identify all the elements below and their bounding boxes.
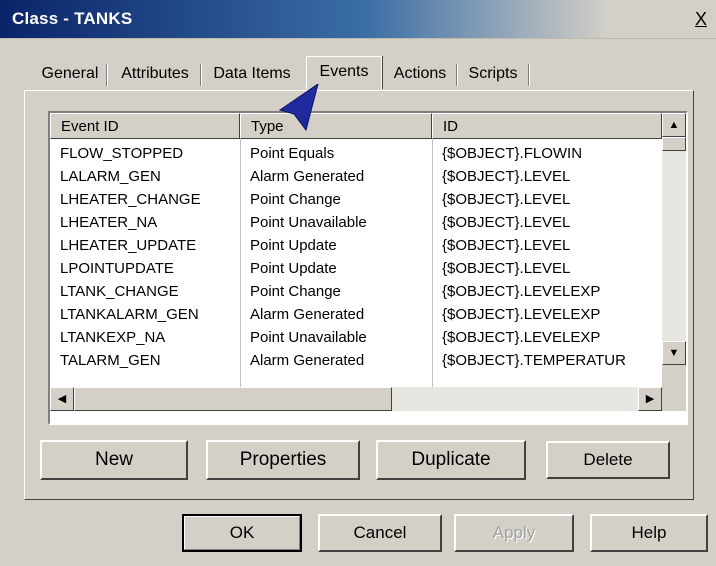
id-cell: {$OBJECT}.LEVEL: [442, 191, 571, 208]
event-id-cell: LHEATER_UPDATE: [60, 237, 197, 254]
scroll-corner: [662, 365, 686, 411]
type-cell: Point Change: [250, 191, 341, 208]
tab-general[interactable]: General: [36, 60, 104, 88]
event-id-cell: LALARM_GEN: [60, 168, 161, 185]
event-id-cell: LPOINTUPDATE: [60, 260, 174, 277]
scroll-up-button[interactable]: ▲: [662, 113, 686, 137]
properties-button[interactable]: Properties: [206, 440, 360, 480]
event-id-cell: LTANKEXP_NA: [60, 329, 166, 346]
ok-button[interactable]: OK: [182, 514, 302, 552]
tab-actions[interactable]: Actions: [386, 60, 454, 88]
table-row[interactable]: LHEATER_UPDATE Point Update {$OBJECT}.LEVE…: [50, 234, 662, 257]
type-cell: Point Unavailable: [250, 329, 367, 346]
apply-button[interactable]: Apply: [454, 514, 574, 552]
cancel-button[interactable]: Cancel: [318, 514, 442, 552]
id-cell: {$OBJECT}.TEMPERATUR: [442, 352, 626, 369]
type-cell: Alarm Generated: [250, 168, 365, 185]
type-cell: Point Update: [250, 260, 337, 277]
type-cell: Point Update: [250, 237, 337, 254]
events-list[interactable]: Event ID Type ID FLOW_STOPPED Point Equal…: [48, 111, 688, 425]
id-cell: {$OBJECT}.LEVELEXP: [442, 329, 601, 346]
table-row[interactable]: LTANK_CHANGE Point Change {$OBJECT}.LEVELE…: [50, 280, 662, 303]
event-id-cell: TALARM_GEN: [60, 352, 161, 369]
table-row[interactable]: LALARM_GEN Alarm Generated {$OBJECT}.LEVEL: [50, 165, 662, 188]
column-divider: [240, 139, 241, 387]
delete-button[interactable]: Delete: [546, 441, 670, 479]
column-divider: [432, 139, 433, 387]
id-cell: {$OBJECT}.LEVELEXP: [442, 306, 601, 323]
event-id-cell: LTANK_CHANGE: [60, 283, 179, 300]
horizontal-scrollbar[interactable]: ◀ ▶: [50, 387, 662, 411]
type-cell: Point Unavailable: [250, 214, 367, 231]
event-id-cell: FLOW_STOPPED: [60, 145, 184, 162]
table-row[interactable]: TALARM_GEN Alarm Generated {$OBJECT}.TEMPE…: [50, 349, 662, 372]
tab-attributes[interactable]: Attributes: [112, 60, 198, 88]
column-header-type[interactable]: Type: [240, 113, 432, 139]
tab-separator: [456, 64, 458, 86]
tab-separator: [106, 64, 108, 86]
table-row[interactable]: FLOW_STOPPED Point Equals {$OBJECT}.FLOWIN: [50, 142, 662, 165]
scroll-left-button[interactable]: ◀: [50, 387, 74, 411]
table-row[interactable]: LPOINTUPDATE Point Update {$OBJECT}.LEVEL: [50, 257, 662, 280]
id-cell: {$OBJECT}.LEVEL: [442, 168, 571, 185]
table-row[interactable]: LHEATER_CHANGE Point Change {$OBJECT}.LEVE…: [50, 188, 662, 211]
horizontal-scroll-thumb[interactable]: [74, 387, 392, 411]
type-cell: Alarm Generated: [250, 306, 365, 323]
tab-separator: [200, 64, 202, 86]
event-id-cell: LHEATER_CHANGE: [60, 191, 201, 208]
table-row[interactable]: LTANKALARM_GEN Alarm Generated {$OBJECT}.L…: [50, 303, 662, 326]
arrow-cursor-icon: [278, 84, 319, 132]
id-cell: {$OBJECT}.LEVELEXP: [442, 283, 601, 300]
scroll-right-button[interactable]: ▶: [638, 387, 662, 411]
vertical-scroll-thumb[interactable]: [662, 137, 686, 151]
tab-scripts[interactable]: Scripts: [462, 60, 524, 88]
new-button[interactable]: New: [40, 440, 188, 480]
event-id-cell: LHEATER_NA: [60, 214, 158, 231]
type-cell: Alarm Generated: [250, 352, 365, 369]
help-button[interactable]: Help: [590, 514, 708, 552]
class-dialog: Class - TANKS X General Attributes Data …: [0, 0, 716, 566]
id-cell: {$OBJECT}.FLOWIN: [442, 145, 583, 162]
column-header-event-id[interactable]: Event ID: [50, 113, 240, 139]
type-cell: Point Change: [250, 283, 341, 300]
id-cell: {$OBJECT}.LEVEL: [442, 214, 571, 231]
window-title: Class - TANKS: [12, 9, 133, 28]
table-row[interactable]: LTANKEXP_NA Point Unavailable {$OBJECT}.LE…: [50, 326, 662, 349]
close-button[interactable]: X: [692, 9, 710, 29]
id-cell: {$OBJECT}.LEVEL: [442, 237, 571, 254]
scroll-down-button[interactable]: ▼: [662, 341, 686, 365]
column-header-id[interactable]: ID: [432, 113, 662, 139]
duplicate-button[interactable]: Duplicate: [376, 440, 526, 480]
event-id-cell: LTANKALARM_GEN: [60, 306, 199, 323]
id-cell: {$OBJECT}.LEVEL: [442, 260, 571, 277]
type-cell: Point Equals: [250, 145, 335, 162]
title-bar[interactable]: Class - TANKS X: [0, 0, 716, 39]
table-row[interactable]: LHEATER_NA Point Unavailable {$OBJECT}.LEV…: [50, 211, 662, 234]
tab-separator: [528, 64, 530, 86]
vertical-scrollbar[interactable]: ▲ ▼: [662, 113, 686, 365]
